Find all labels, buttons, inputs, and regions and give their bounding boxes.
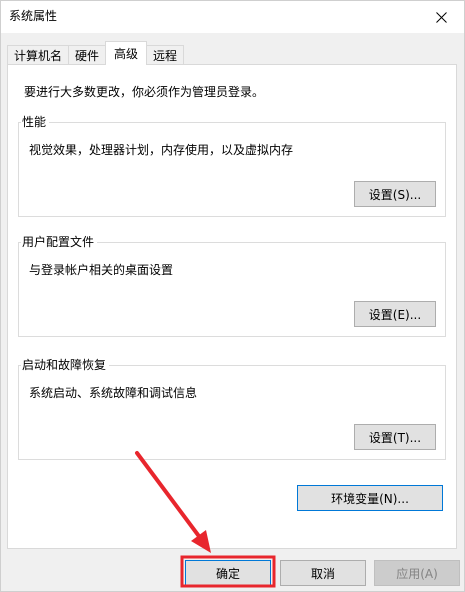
tab-hardware[interactable]: 硬件: [68, 45, 107, 65]
window-title: 系统属性: [9, 9, 58, 23]
performance-group: 性能 视觉效果，处理器计划，内存使用，以及虚拟内存 设置(S)...: [18, 115, 446, 217]
user-profiles-group: 用户配置文件 与登录帐户相关的桌面设置 设置(E)...: [18, 235, 446, 337]
ok-button[interactable]: 确定: [185, 560, 271, 586]
tab-advanced[interactable]: 高级: [105, 41, 148, 65]
tab-strip: 计算机名 硬件 高级 远程: [7, 41, 185, 65]
startup-recovery-description: 系统启动、系统故障和调试信息: [29, 386, 198, 400]
tab-remote[interactable]: 远程: [146, 45, 185, 65]
performance-group-title: 性能: [21, 115, 50, 129]
advanced-tab-panel: 要进行大多数更改，你必须作为管理员登录。 性能 视觉效果，处理器计划，内存使用，…: [7, 64, 457, 549]
performance-description: 视觉效果，处理器计划，内存使用，以及虚拟内存: [29, 143, 294, 157]
tab-computer-name[interactable]: 计算机名: [7, 45, 70, 65]
startup-recovery-settings-button[interactable]: 设置(T)...: [354, 424, 436, 450]
environment-variables-button[interactable]: 环境变量(N)...: [297, 485, 443, 511]
performance-settings-button[interactable]: 设置(S)...: [354, 181, 436, 207]
close-button[interactable]: [418, 1, 464, 33]
cancel-button[interactable]: 取消: [280, 560, 366, 586]
user-profiles-group-title: 用户配置文件: [21, 235, 98, 249]
user-profiles-description: 与登录帐户相关的桌面设置: [29, 263, 174, 277]
apply-button[interactable]: 应用(A): [374, 560, 460, 586]
close-icon: [435, 11, 447, 23]
system-properties-window: 系统属性 计算机名 硬件 高级 远程 要进行大多数更改，你必须作为管理员登录。 …: [0, 0, 465, 592]
title-bar[interactable]: 系统属性: [1, 1, 464, 33]
startup-recovery-group: 启动和故障恢复 系统启动、系统故障和调试信息 设置(T)...: [18, 358, 446, 460]
startup-recovery-group-title: 启动和故障恢复: [21, 358, 110, 372]
admin-note: 要进行大多数更改，你必须作为管理员登录。: [24, 85, 265, 99]
user-profiles-settings-button[interactable]: 设置(E)...: [354, 301, 436, 327]
